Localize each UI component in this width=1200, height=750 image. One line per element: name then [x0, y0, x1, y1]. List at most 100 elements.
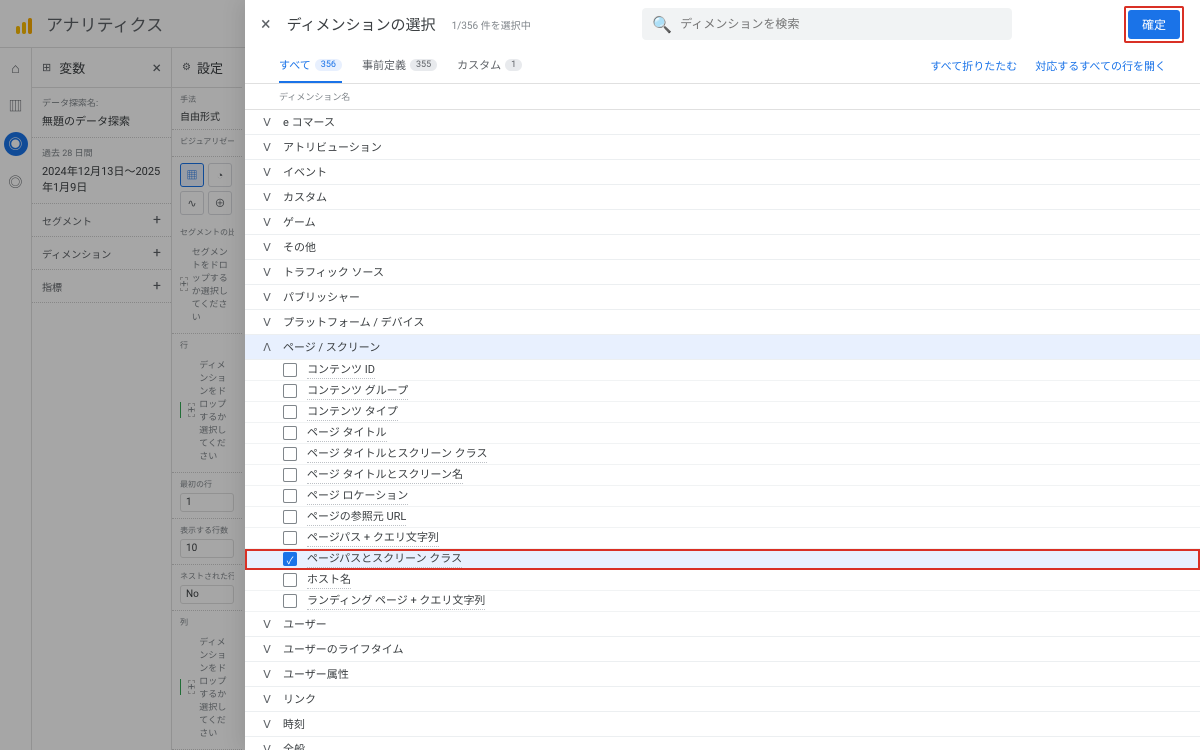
collapse-all-link[interactable]: すべて折りたたむ [930, 58, 1017, 74]
chevron-down-icon: ᐯ [261, 241, 273, 254]
column-header: ディメンション名 [245, 84, 1200, 110]
dimension-item[interactable]: ページ タイトルとスクリーン クラス [245, 444, 1200, 465]
item-label: ページ ロケーション [307, 487, 408, 505]
group-label: ユーザーのライフタイム [283, 641, 404, 657]
dimension-group[interactable]: ᐯ カスタム [245, 185, 1200, 210]
item-label: ページパス + クエリ文字列 [307, 529, 439, 547]
group-label: トラフィック ソース [283, 264, 384, 280]
chevron-down-icon: ᐯ [261, 166, 273, 179]
dimension-item[interactable]: ページパス + クエリ文字列 [245, 528, 1200, 549]
checkbox[interactable]: ✓ [283, 552, 297, 566]
chevron-up-icon: ᐱ [261, 341, 273, 354]
chevron-down-icon: ᐯ [261, 116, 273, 129]
search-icon: 🔍 [652, 15, 672, 34]
dialog-title: ディメンションの選択 [287, 14, 436, 35]
dimension-item[interactable]: コンテンツ タイプ [245, 402, 1200, 423]
dimension-group[interactable]: ᐯ リンク [245, 687, 1200, 712]
chevron-down-icon: ᐯ [261, 618, 273, 631]
item-label: ページの参照元 URL [307, 508, 406, 526]
item-label: ページパスとスクリーン クラス [307, 550, 462, 568]
group-label: パブリッシャー [283, 289, 360, 305]
dimension-group[interactable]: ᐯアトリビューション [245, 135, 1200, 160]
dimension-item[interactable]: ページの参照元 URL [245, 507, 1200, 528]
chevron-down-icon: ᐯ [261, 693, 273, 706]
group-label: アトリビューション [283, 139, 382, 155]
tab-all[interactable]: すべて356 [279, 48, 342, 83]
expand-all-link[interactable]: 対応するすべての行を開く [1035, 58, 1166, 74]
dimension-group[interactable]: ᐯ イベント [245, 160, 1200, 185]
dimension-group[interactable]: ᐯ 時刻 [245, 712, 1200, 737]
confirm-highlight: 確定 [1124, 6, 1184, 43]
checkbox[interactable] [283, 447, 297, 461]
dialog-body: ᐯe コマースᐯアトリビューションᐯイベントᐯカスタムᐯゲームᐯその他ᐯトラフィ… [245, 110, 1200, 750]
item-label: ランディング ページ + クエリ文字列 [307, 592, 485, 610]
checkbox[interactable] [283, 405, 297, 419]
item-label: コンテンツ グループ [307, 382, 408, 400]
checkbox[interactable] [283, 510, 297, 524]
item-label: ホスト名 [307, 571, 351, 589]
dimension-group[interactable]: ᐯ ユーザーのライフタイム [245, 637, 1200, 662]
search-input[interactable] [680, 17, 1002, 31]
chevron-down-icon: ᐯ [261, 291, 273, 304]
dimension-group[interactable]: ᐯ ユーザー属性 [245, 662, 1200, 687]
dimension-item[interactable]: ホスト名 [245, 570, 1200, 591]
item-label: ページ タイトルとスクリーン クラス [307, 445, 487, 463]
dimension-item[interactable]: ページ ロケーション [245, 486, 1200, 507]
group-label: その他 [283, 239, 316, 255]
search-box[interactable]: 🔍 [642, 8, 1012, 40]
checkbox[interactable] [283, 426, 297, 440]
group-label: イベント [283, 164, 327, 180]
checkbox[interactable] [283, 363, 297, 377]
item-label: ページ タイトルとスクリーン名 [307, 466, 463, 484]
group-label: ユーザー属性 [283, 666, 349, 682]
dimension-group[interactable]: ᐯ ゲーム [245, 210, 1200, 235]
chevron-down-icon: ᐯ [261, 718, 273, 731]
item-label: ページ タイトル [307, 424, 387, 442]
checkbox[interactable] [283, 489, 297, 503]
group-label: e コマース [283, 114, 335, 130]
checkbox[interactable] [283, 468, 297, 482]
dimension-item[interactable]: ✓ ページパスとスクリーン クラス [245, 549, 1200, 570]
chevron-down-icon: ᐯ [261, 191, 273, 204]
dimension-group[interactable]: ᐯ その他 [245, 235, 1200, 260]
checkbox[interactable] [283, 531, 297, 545]
group-label: 全般 [283, 741, 305, 750]
dimension-item[interactable]: ページ タイトルとスクリーン名 [245, 465, 1200, 486]
chevron-down-icon: ᐯ [261, 668, 273, 681]
dimension-item[interactable]: コンテンツ ID [245, 360, 1200, 381]
group-label: リンク [283, 691, 316, 707]
dimension-item[interactable]: コンテンツ グループ [245, 381, 1200, 402]
tab-custom[interactable]: カスタム1 [457, 48, 522, 83]
chevron-down-icon: ᐯ [261, 266, 273, 279]
group-label: ゲーム [283, 214, 316, 230]
dialog-tabs: すべて356 事前定義355 カスタム1 すべて折りたたむ 対応するすべての行を… [245, 48, 1200, 84]
chevron-down-icon: ᐯ [261, 216, 273, 229]
confirm-button[interactable]: 確定 [1128, 10, 1180, 39]
checkbox[interactable] [283, 384, 297, 398]
checkbox[interactable] [283, 594, 297, 608]
chevron-down-icon: ᐯ [261, 743, 273, 750]
dimension-picker-dialog: × ディメンションの選択 1/356 件を選択中 🔍 確定 すべて356 事前定… [245, 0, 1200, 750]
group-label: ページ / スクリーン [283, 339, 380, 355]
dimension-group[interactable]: ᐯ プラットフォーム / デバイス [245, 310, 1200, 335]
dimension-group[interactable]: ᐯ トラフィック ソース [245, 260, 1200, 285]
item-label: コンテンツ タイプ [307, 403, 398, 421]
dimension-item[interactable]: ランディング ページ + クエリ文字列 [245, 591, 1200, 612]
dimension-group[interactable]: ᐯ パブリッシャー [245, 285, 1200, 310]
item-label: コンテンツ ID [307, 361, 375, 379]
group-label: カスタム [283, 189, 327, 205]
dimension-group[interactable]: ᐯ ユーザー [245, 612, 1200, 637]
checkbox[interactable] [283, 573, 297, 587]
group-label: 時刻 [283, 716, 305, 732]
group-label: プラットフォーム / デバイス [283, 314, 424, 330]
dimension-group[interactable]: ᐯ 全般 [245, 737, 1200, 750]
dimension-group[interactable]: ᐱ ページ / スクリーン [245, 335, 1200, 360]
group-label: ユーザー [283, 616, 327, 632]
tab-predefined[interactable]: 事前定義355 [362, 48, 437, 83]
chevron-down-icon: ᐯ [261, 316, 273, 329]
dimension-item[interactable]: ページ タイトル [245, 423, 1200, 444]
chevron-down-icon: ᐯ [261, 643, 273, 656]
close-icon[interactable]: × [261, 14, 271, 35]
dimension-group[interactable]: ᐯ e コマース [245, 110, 1200, 135]
dialog-subtitle: 1/356 件を選択中 [452, 17, 531, 32]
